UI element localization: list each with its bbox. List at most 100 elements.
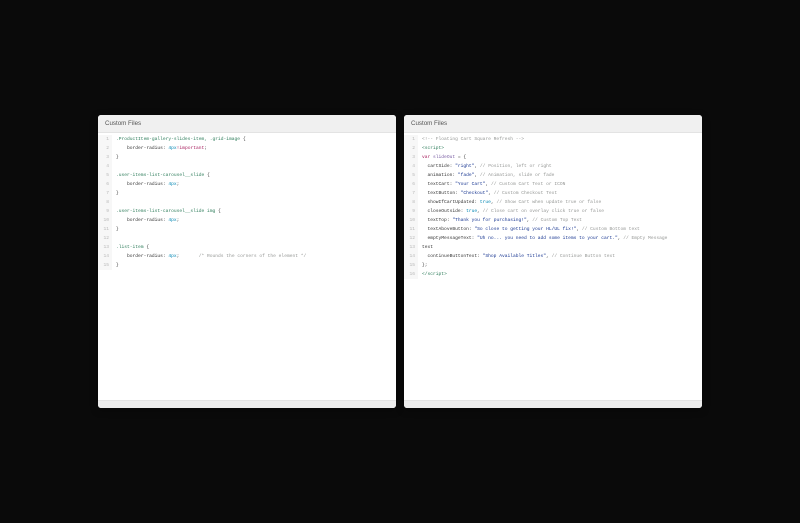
- line-number: 2: [404, 144, 418, 153]
- line-number: 5: [404, 171, 418, 180]
- code-line[interactable]: 7 textButton: "Checkout", // Custom Chec…: [404, 189, 702, 198]
- line-number: 8: [98, 198, 112, 207]
- line-content[interactable]: cartSide: "right", // Position, left or …: [418, 162, 702, 171]
- line-content[interactable]: </script>: [418, 270, 702, 279]
- code-line[interactable]: 9 closeOutside: true, // Close cart on o…: [404, 207, 702, 216]
- code-line[interactable]: 1.ProductItem-gallery-slides-item, .grid…: [98, 135, 396, 144]
- line-content[interactable]: }: [112, 261, 396, 270]
- line-content[interactable]: textButton: "Checkout", // Custom Checko…: [418, 189, 702, 198]
- left-panel: Custom Files 1.ProductItem-gallery-slide…: [98, 115, 396, 408]
- line-content[interactable]: textAboveButton: "So close to getting yo…: [418, 225, 702, 234]
- code-line[interactable]: 8 showIfCartUpdated: true, // Show Cart …: [404, 198, 702, 207]
- line-number: 1: [98, 135, 112, 144]
- line-number: 1: [404, 135, 418, 144]
- line-number: 11: [404, 225, 418, 234]
- code-line[interactable]: 2 border-radius: 4px!important;: [98, 144, 396, 153]
- line-number: 3: [98, 153, 112, 162]
- line-content[interactable]: showIfCartUpdated: true, // Show Cart wh…: [418, 198, 702, 207]
- line-content[interactable]: [112, 162, 396, 171]
- line-content[interactable]: <!-- Floating Cart Square Refresh -->: [418, 135, 702, 144]
- code-line[interactable]: 6 textCart: "Your Cart", // Custom Cart …: [404, 180, 702, 189]
- line-content[interactable]: text: [418, 243, 702, 252]
- line-number: 9: [98, 207, 112, 216]
- code-line[interactable]: 16</script>: [404, 270, 702, 279]
- line-number: 13: [404, 243, 418, 252]
- code-line[interactable]: 4: [98, 162, 396, 171]
- line-number: 3: [404, 153, 418, 162]
- line-number: 10: [404, 216, 418, 225]
- line-number: 2: [98, 144, 112, 153]
- line-content[interactable]: continueButtonText: "Shop Available Titl…: [418, 252, 702, 261]
- code-line[interactable]: 6 border-radius: 4px;: [98, 180, 396, 189]
- editor-stage: Custom Files 1.ProductItem-gallery-slide…: [98, 115, 702, 408]
- line-number: 6: [98, 180, 112, 189]
- line-content[interactable]: }: [112, 225, 396, 234]
- left-bottom-bar: [98, 400, 396, 408]
- line-number: 7: [404, 189, 418, 198]
- line-number: 11: [98, 225, 112, 234]
- line-number: 7: [98, 189, 112, 198]
- line-content[interactable]: var slideOut = {: [418, 153, 702, 162]
- code-line[interactable]: 10 border-radius: 4px;: [98, 216, 396, 225]
- left-panel-header: Custom Files: [98, 115, 396, 133]
- line-content[interactable]: }: [112, 153, 396, 162]
- code-line[interactable]: 8: [98, 198, 396, 207]
- line-number: 5: [98, 171, 112, 180]
- line-content[interactable]: closeOutside: true, // Close cart on ove…: [418, 207, 702, 216]
- left-code-lines: 1.ProductItem-gallery-slides-item, .grid…: [98, 133, 396, 272]
- line-number: 14: [98, 252, 112, 261]
- code-line[interactable]: 15}: [98, 261, 396, 270]
- code-line[interactable]: 11}: [98, 225, 396, 234]
- code-line[interactable]: 10 textTop: "Thank you for purchasing!",…: [404, 216, 702, 225]
- line-content[interactable]: [112, 198, 396, 207]
- line-content[interactable]: };: [418, 261, 702, 270]
- code-line[interactable]: 4 cartSide: "right", // Position, left o…: [404, 162, 702, 171]
- code-line[interactable]: 12 emptyMessageText: "Uh no... you need …: [404, 234, 702, 243]
- right-code-lines: 1<!-- Floating Cart Square Refresh -->2<…: [404, 133, 702, 281]
- code-line[interactable]: 2<script>: [404, 144, 702, 153]
- line-content[interactable]: .user-items-list-carousel__slide {: [112, 171, 396, 180]
- line-number: 12: [98, 234, 112, 243]
- line-content[interactable]: border-radius: 4px;: [112, 180, 396, 189]
- line-number: 6: [404, 180, 418, 189]
- line-number: 14: [404, 252, 418, 261]
- line-content[interactable]: border-radius: 4px!important;: [112, 144, 396, 153]
- line-content[interactable]: border-radius: 4px; /* Rounds the corner…: [112, 252, 396, 261]
- line-content[interactable]: animation: "fade", // Animation, slide o…: [418, 171, 702, 180]
- line-content[interactable]: .user-items-list-carousel__slide img {: [112, 207, 396, 216]
- line-number: 15: [404, 261, 418, 270]
- code-line[interactable]: 3}: [98, 153, 396, 162]
- line-number: 10: [98, 216, 112, 225]
- code-line[interactable]: 5 animation: "fade", // Animation, slide…: [404, 171, 702, 180]
- right-bottom-bar: [404, 400, 702, 408]
- line-content[interactable]: [112, 234, 396, 243]
- line-number: 9: [404, 207, 418, 216]
- line-number: 4: [404, 162, 418, 171]
- line-content[interactable]: .ProductItem-gallery-slides-item, .grid-…: [112, 135, 396, 144]
- line-content[interactable]: emptyMessageText: "Uh no... you need to …: [418, 234, 702, 243]
- line-content[interactable]: border-radius: 4px;: [112, 216, 396, 225]
- code-line[interactable]: 1<!-- Floating Cart Square Refresh -->: [404, 135, 702, 144]
- code-line[interactable]: 14 continueButtonText: "Shop Available T…: [404, 252, 702, 261]
- code-line[interactable]: 7}: [98, 189, 396, 198]
- line-content[interactable]: }: [112, 189, 396, 198]
- code-line[interactable]: 13.list-item {: [98, 243, 396, 252]
- code-line[interactable]: 13text: [404, 243, 702, 252]
- line-content[interactable]: <script>: [418, 144, 702, 153]
- right-code-area[interactable]: 1<!-- Floating Cart Square Refresh -->2<…: [404, 133, 702, 400]
- code-line[interactable]: 9.user-items-list-carousel__slide img {: [98, 207, 396, 216]
- line-content[interactable]: textTop: "Thank you for purchasing!", //…: [418, 216, 702, 225]
- code-line[interactable]: 15};: [404, 261, 702, 270]
- code-line[interactable]: 3var slideOut = {: [404, 153, 702, 162]
- left-code-area[interactable]: 1.ProductItem-gallery-slides-item, .grid…: [98, 133, 396, 400]
- code-line[interactable]: 12: [98, 234, 396, 243]
- line-content[interactable]: .list-item {: [112, 243, 396, 252]
- code-line[interactable]: 11 textAboveButton: "So close to getting…: [404, 225, 702, 234]
- right-panel: Custom Files 1<!-- Floating Cart Square …: [404, 115, 702, 408]
- code-line[interactable]: 5.user-items-list-carousel__slide {: [98, 171, 396, 180]
- left-panel-title: Custom Files: [105, 120, 141, 127]
- line-content[interactable]: textCart: "Your Cart", // Custom Cart Te…: [418, 180, 702, 189]
- code-line[interactable]: 14 border-radius: 4px; /* Rounds the cor…: [98, 252, 396, 261]
- line-number: 4: [98, 162, 112, 171]
- right-panel-title: Custom Files: [411, 120, 447, 127]
